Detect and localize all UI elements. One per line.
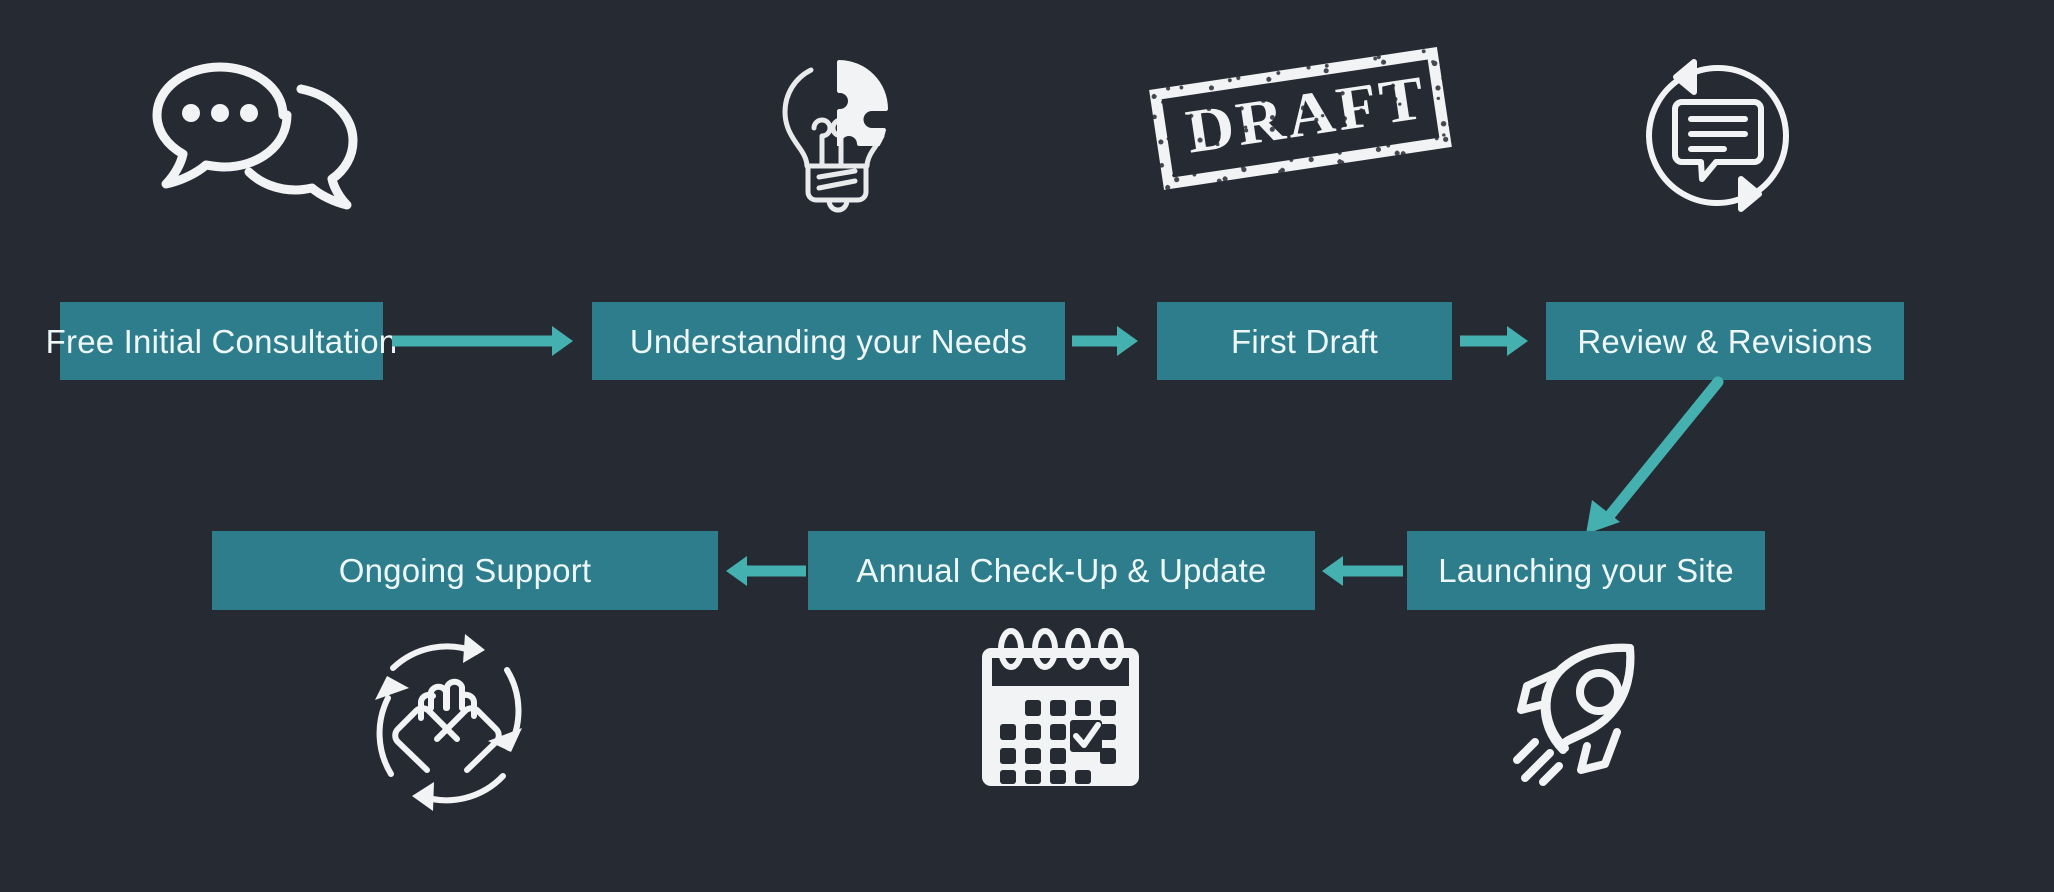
arrow-consultation-to-needs <box>392 325 587 357</box>
arrow-needs-to-draft <box>1072 325 1152 357</box>
draft-stamp-text: DRAFT <box>1181 63 1432 167</box>
process-step-label: Ongoing Support <box>338 552 592 589</box>
process-step-label: Understanding your Needs <box>629 322 1028 360</box>
arrow-launch-to-checkup <box>1318 555 1403 587</box>
process-step-review-and-revisions[interactable]: Review & Revisions <box>1546 302 1904 380</box>
arrow-review-to-launch <box>1570 376 1740 541</box>
process-step-ongoing-support[interactable]: Ongoing Support <box>212 531 718 610</box>
process-step-annual-check-up-and-update[interactable]: Annual Check-Up & Update <box>808 531 1315 610</box>
rocket-icon <box>1505 640 1660 786</box>
process-step-label: Free Initial Consultation <box>45 322 398 360</box>
calendar-check-icon <box>978 628 1143 788</box>
draft-stamp-icon: DRAFT <box>1145 43 1455 194</box>
process-flow-diagram: DRAFT Free Initial Consultation Understa… <box>0 0 2054 892</box>
handshake-cycle-icon <box>355 630 545 815</box>
process-step-label: Review & Revisions <box>1577 322 1873 360</box>
process-step-label: Annual Check-Up & Update <box>856 552 1267 589</box>
chat-bubbles-icon <box>152 55 358 210</box>
process-step-free-initial-consultation[interactable]: Free Initial Consultation <box>46 302 397 380</box>
arrow-checkup-to-support <box>722 555 806 587</box>
arrow-draft-to-review <box>1460 325 1542 357</box>
process-step-label: First Draft <box>1230 322 1379 360</box>
process-step-launching-your-site[interactable]: Launching your Site <box>1407 531 1765 610</box>
feedback-loop-icon <box>1640 58 1795 213</box>
lightbulb-puzzle-icon <box>775 50 905 213</box>
process-step-understanding-your-needs[interactable]: Understanding your Needs <box>592 302 1065 380</box>
process-step-first-draft[interactable]: First Draft <box>1157 302 1452 380</box>
process-step-label: Launching your Site <box>1438 552 1734 589</box>
